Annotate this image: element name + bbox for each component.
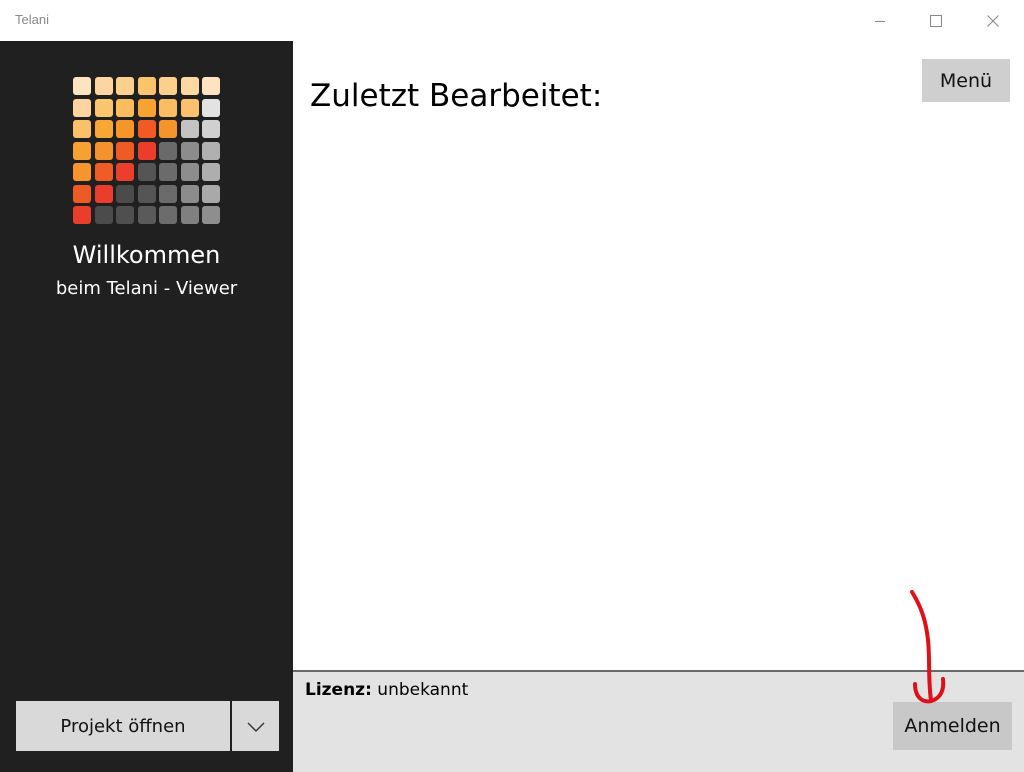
license-status: Lizenz: unbekannt bbox=[305, 680, 468, 700]
welcome-title: Willkommen bbox=[72, 241, 221, 269]
logo-cell bbox=[159, 120, 177, 138]
logo-cell bbox=[202, 141, 220, 160]
logo-cell bbox=[94, 184, 113, 203]
telani-logo bbox=[73, 77, 221, 225]
logo-cell bbox=[180, 77, 199, 95]
logo-cell bbox=[180, 98, 199, 117]
logo-cell bbox=[116, 163, 134, 181]
close-button[interactable] bbox=[970, 0, 1016, 41]
open-project-dropdown-button[interactable] bbox=[232, 701, 279, 751]
logo-cell bbox=[73, 163, 91, 181]
logo-cell bbox=[159, 77, 177, 95]
logo-cell bbox=[180, 120, 199, 138]
chevron-down-icon bbox=[247, 717, 265, 736]
logo-cell bbox=[73, 120, 91, 138]
logo-cell bbox=[73, 141, 91, 160]
title-bar: Telani bbox=[0, 0, 1024, 41]
logo-cell bbox=[73, 98, 91, 117]
close-icon bbox=[987, 14, 999, 27]
logo-cell bbox=[94, 120, 113, 138]
logo-cell bbox=[116, 77, 134, 95]
logo-cell bbox=[202, 98, 220, 117]
logo-cell bbox=[116, 120, 134, 138]
logo-cell bbox=[137, 141, 156, 160]
logo-cell bbox=[159, 184, 177, 203]
logo-cell bbox=[137, 120, 156, 138]
sidebar: Willkommen beim Telani - Viewer Projekt … bbox=[0, 41, 293, 772]
logo-cell bbox=[180, 206, 199, 224]
logo-cell bbox=[94, 206, 113, 224]
minimize-button[interactable] bbox=[857, 0, 903, 41]
logo-cell bbox=[116, 184, 134, 203]
logo-cell bbox=[137, 184, 156, 203]
logo-cell bbox=[180, 163, 199, 181]
logo-cell bbox=[202, 206, 220, 224]
logo-cell bbox=[159, 98, 177, 117]
welcome-subtitle: beim Telani - Viewer bbox=[55, 278, 238, 299]
logo-cell bbox=[116, 141, 134, 160]
logo-cell bbox=[202, 184, 220, 203]
open-project-button[interactable]: Projekt öffnen bbox=[16, 701, 230, 751]
license-label: Lizenz: bbox=[305, 680, 372, 700]
logo-cell bbox=[137, 163, 156, 181]
logo-cell bbox=[73, 184, 91, 203]
login-button[interactable]: Anmelden bbox=[893, 702, 1012, 750]
logo-cell bbox=[137, 206, 156, 224]
logo-cell bbox=[202, 163, 220, 181]
maximize-button[interactable] bbox=[913, 0, 959, 41]
license-value: unbekannt bbox=[377, 680, 469, 700]
minimize-icon bbox=[874, 15, 886, 27]
logo-cell bbox=[202, 77, 220, 95]
logo-cell bbox=[73, 206, 91, 224]
menu-button[interactable]: Menü bbox=[922, 59, 1010, 102]
logo-cell bbox=[116, 98, 134, 117]
logo-cell bbox=[159, 141, 177, 160]
logo-cell bbox=[116, 206, 134, 224]
logo-cell bbox=[159, 163, 177, 181]
logo-cell bbox=[202, 120, 220, 138]
status-footer: Lizenz: unbekannt Anmelden bbox=[293, 670, 1024, 772]
logo-cell bbox=[73, 77, 91, 95]
logo-cell bbox=[94, 77, 113, 95]
logo-cell bbox=[137, 98, 156, 117]
logo-cell bbox=[180, 184, 199, 203]
logo-cell bbox=[94, 163, 113, 181]
logo-cell bbox=[137, 77, 156, 95]
logo-cell bbox=[180, 141, 199, 160]
maximize-icon bbox=[930, 14, 942, 27]
logo-cell bbox=[94, 98, 113, 117]
logo-cell bbox=[159, 206, 177, 224]
recent-projects-title: Zuletzt Bearbeitet: bbox=[310, 78, 603, 114]
app-title: Telani bbox=[15, 12, 49, 27]
main-panel: Zuletzt Bearbeitet: Menü bbox=[293, 41, 1024, 670]
logo-cell bbox=[94, 141, 113, 160]
